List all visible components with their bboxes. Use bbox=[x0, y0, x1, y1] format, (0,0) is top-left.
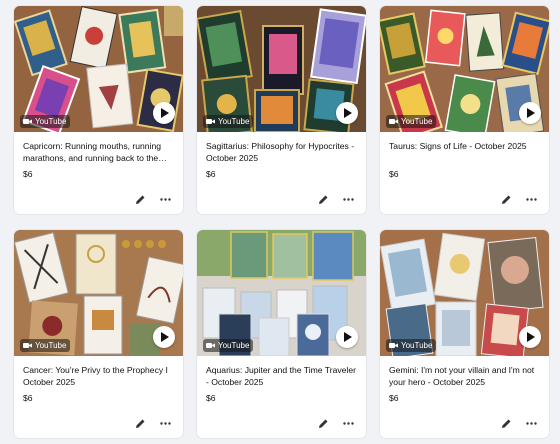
product-card[interactable]: YouTube Gemini: I'm not your villain and… bbox=[380, 230, 549, 438]
youtube-badge-label: YouTube bbox=[35, 341, 67, 350]
more-horizontal-icon[interactable] bbox=[526, 418, 537, 429]
play-icon bbox=[161, 332, 169, 342]
product-thumbnail[interactable]: YouTube bbox=[380, 6, 549, 132]
youtube-badge: YouTube bbox=[386, 339, 437, 352]
product-price: $6 bbox=[389, 169, 399, 179]
more-horizontal-icon[interactable] bbox=[343, 194, 354, 205]
pencil-icon[interactable] bbox=[318, 194, 329, 205]
more-horizontal-icon[interactable] bbox=[526, 194, 537, 205]
pencil-icon[interactable] bbox=[318, 418, 329, 429]
more-horizontal-icon[interactable] bbox=[160, 194, 171, 205]
product-thumbnail[interactable]: YouTube bbox=[14, 6, 183, 132]
product-thumbnail[interactable]: YouTube bbox=[380, 230, 549, 356]
product-title[interactable]: Aquarius: Jupiter and the Time Traveler … bbox=[206, 364, 357, 388]
play-button[interactable] bbox=[519, 102, 541, 124]
youtube-badge-label: YouTube bbox=[401, 341, 433, 350]
product-price: $6 bbox=[23, 393, 33, 403]
product-card[interactable]: YouTube Cancer: You're Privy to the Prop… bbox=[14, 230, 183, 438]
play-button[interactable] bbox=[153, 102, 175, 124]
youtube-badge: YouTube bbox=[203, 115, 254, 128]
youtube-badge-label: YouTube bbox=[218, 117, 250, 126]
video-camera-icon bbox=[23, 343, 32, 348]
product-price: $6 bbox=[206, 393, 216, 403]
more-horizontal-icon[interactable] bbox=[343, 418, 354, 429]
product-title[interactable]: Sagittarius: Philosophy for Hypocrites -… bbox=[206, 140, 357, 164]
play-button[interactable] bbox=[153, 326, 175, 348]
product-grid: YouTube Capricorn: Running mouths, runni… bbox=[14, 6, 549, 438]
product-card[interactable]: YouTube Sagittarius: Philosophy for Hypo… bbox=[197, 6, 366, 214]
product-card[interactable]: YouTube Taurus: Signs of Life - October … bbox=[380, 6, 549, 214]
youtube-badge: YouTube bbox=[20, 339, 71, 352]
pencil-icon[interactable] bbox=[501, 194, 512, 205]
play-button[interactable] bbox=[336, 326, 358, 348]
video-camera-icon bbox=[389, 119, 398, 124]
product-thumbnail[interactable]: YouTube bbox=[14, 230, 183, 356]
product-title[interactable]: Taurus: Signs of Life - October 2025 bbox=[389, 140, 540, 164]
play-icon bbox=[344, 108, 352, 118]
play-icon bbox=[161, 108, 169, 118]
product-price: $6 bbox=[23, 169, 33, 179]
pencil-icon[interactable] bbox=[135, 418, 146, 429]
youtube-badge-label: YouTube bbox=[401, 117, 433, 126]
youtube-badge-label: YouTube bbox=[218, 341, 250, 350]
video-camera-icon bbox=[389, 343, 398, 348]
play-icon bbox=[344, 332, 352, 342]
product-card[interactable]: YouTube Capricorn: Running mouths, runni… bbox=[14, 6, 183, 214]
youtube-badge-label: YouTube bbox=[35, 117, 67, 126]
product-price: $6 bbox=[389, 393, 399, 403]
play-button[interactable] bbox=[519, 326, 541, 348]
youtube-badge: YouTube bbox=[386, 115, 437, 128]
play-icon bbox=[527, 108, 535, 118]
video-camera-icon bbox=[206, 343, 215, 348]
product-price: $6 bbox=[206, 169, 216, 179]
product-thumbnail[interactable]: YouTube bbox=[197, 230, 366, 356]
video-camera-icon bbox=[23, 119, 32, 124]
play-button[interactable] bbox=[336, 102, 358, 124]
video-camera-icon bbox=[206, 119, 215, 124]
pencil-icon[interactable] bbox=[135, 194, 146, 205]
youtube-badge: YouTube bbox=[203, 339, 254, 352]
product-thumbnail[interactable]: YouTube bbox=[197, 6, 366, 132]
product-card[interactable]: YouTube Aquarius: Jupiter and the Time T… bbox=[197, 230, 366, 438]
product-title[interactable]: Capricorn: Running mouths, running marat… bbox=[23, 140, 174, 164]
pencil-icon[interactable] bbox=[501, 418, 512, 429]
product-title[interactable]: Gemini: I'm not your villain and I'm not… bbox=[389, 364, 540, 388]
more-horizontal-icon[interactable] bbox=[160, 418, 171, 429]
product-title[interactable]: Cancer: You're Privy to the Prophecy I O… bbox=[23, 364, 174, 388]
play-icon bbox=[527, 332, 535, 342]
youtube-badge: YouTube bbox=[20, 115, 71, 128]
